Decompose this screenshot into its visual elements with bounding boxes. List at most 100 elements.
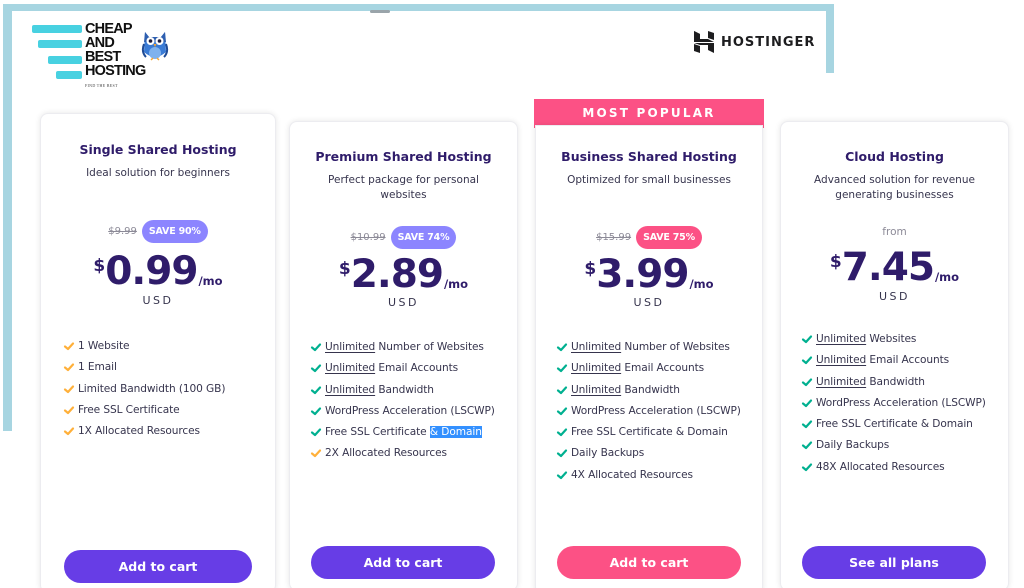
feature-text: Daily Backups [816,438,889,452]
check-icon [310,407,322,415]
add-to-cart-button[interactable]: Add to cart [311,546,495,579]
feature-item: Free SSL Certificate & Domain [310,425,509,439]
selected-text: & Domain [429,426,482,439]
currency-code: USD [142,294,174,307]
feature-text: 1 Email [78,360,117,374]
feature-item: Unlimited Bandwidth [310,383,509,397]
plan-card-business: Business Shared Hosting Optimized for sm… [535,125,763,588]
feature-item: Unlimited Websites [801,332,1000,346]
feature-text: Daily Backups [571,446,644,460]
see-all-plans-button[interactable]: See all plans [802,546,986,579]
feature-text: Limited Bandwidth (100 GB) [78,382,225,396]
feature-label: 2X Allocated Resources [325,447,447,460]
feature-label: 48X Allocated Resources [816,460,945,473]
check-icon [801,335,813,344]
check-icon [801,399,813,407]
feature-item: Unlimited Bandwidth [801,375,1000,389]
check-icon [556,385,568,394]
save-badge: SAVE 74% [390,226,457,249]
original-price: $9.99 [108,226,137,237]
price-value: 0.99 [105,249,198,294]
logo-stripe [48,56,82,64]
feature-list: 1 Website 1 Email Limited Bandwidth (100 G… [63,339,267,445]
feature-text: Unlimited Number of Websites [571,340,730,354]
feature-item: Daily Backups [556,446,754,460]
feature-tooltip-term[interactable]: Unlimited [816,376,866,388]
check-icon [556,428,568,437]
check-icon [556,449,568,458]
plan-title: Single Shared Hosting [79,142,237,157]
feature-list: Unlimited Websites Unlimited Email Accoun… [801,332,1000,481]
feature-label: Email Accounts [621,362,705,375]
feature-list: Unlimited Number of Websites Unlimited Em… [310,340,509,468]
price-period: /mo [198,274,223,288]
feature-label: WordPress Acceleration (LSCWP) [571,404,741,417]
discount-row: $9.99 SAVE 90% [41,220,275,243]
feature-text: Free SSL Certificate [78,403,180,417]
price: $ 2.89 /mo [290,255,517,295]
plan-description: Perfect package for personal websites [328,174,479,201]
price-period: /mo [689,277,714,291]
price-value: 7.45 [841,245,935,290]
feature-item: Unlimited Number of Websites [310,340,509,354]
feature-tooltip-term[interactable]: Unlimited [571,341,621,353]
feature-tooltip-term[interactable]: Unlimited [571,384,621,396]
feature-tooltip-term[interactable]: Unlimited [816,354,866,366]
feature-list: Unlimited Number of Websites Unlimited Em… [556,340,754,489]
feature-tooltip-term[interactable]: Unlimited [816,333,866,345]
logo-line: AND [85,35,115,51]
plan-description: Ideal solution for beginners [86,167,230,179]
feature-item: 4X Allocated Resources [556,468,754,482]
check-icon [801,377,813,386]
feature-text: Unlimited Bandwidth [571,383,680,397]
feature-label: Email Accounts [375,362,459,375]
feature-label: Bandwidth [375,383,434,396]
feature-text: Free SSL Certificate & Domain [571,425,728,439]
check-icon [556,364,568,373]
feature-text: WordPress Acceleration (LSCWP) [816,396,986,410]
currency-symbol: $ [93,256,106,276]
logo-text: CHEAP AND BEST HOSTING [85,22,146,79]
frame-handle [370,10,390,13]
feature-label: Number of Websites [621,341,730,353]
logo-line: BEST [85,49,121,65]
check-icon [556,407,568,415]
check-icon [63,342,75,351]
feature-text: WordPress Acceleration (LSCWP) [325,404,495,418]
add-to-cart-button[interactable]: Add to cart [557,546,741,579]
feature-text: 2X Allocated Resources [325,446,447,460]
discount-row: $10.99 SAVE 74% [290,226,517,249]
feature-label: Limited Bandwidth (100 GB) [78,382,226,395]
currency-code: USD [387,296,419,309]
feature-text: Unlimited Bandwidth [816,375,925,389]
feature-label: 1 Email [78,361,117,374]
discount-row: $15.99 SAVE 75% [536,226,762,249]
feature-label: WordPress Acceleration (LSCWP) [325,404,495,417]
feature-tooltip-term[interactable]: Unlimited [325,362,375,374]
logo-stripe [38,40,82,48]
feature-tooltip-term[interactable]: Unlimited [325,341,375,353]
add-to-cart-button[interactable]: Add to cart [64,550,252,583]
check-icon [801,463,813,471]
feature-text: Unlimited Email Accounts [325,361,458,375]
feature-tooltip-term[interactable]: Unlimited [571,362,621,374]
save-badge: SAVE 75% [636,226,702,249]
feature-tooltip-term[interactable]: Unlimited [325,384,375,396]
feature-label: Email Accounts [866,354,950,367]
feature-label: 1 Website [78,340,130,352]
site-logo[interactable]: CHEAP AND BEST HOSTING FIND THE BEST [30,22,180,92]
feature-label: Bandwidth [621,383,680,396]
feature-item: 2X Allocated Resources [310,446,509,460]
plan-card-single: Single Shared Hosting Ideal solution for… [40,113,276,588]
feature-label: Websites [866,333,917,345]
feature-label: Bandwidth [866,375,925,388]
feature-item: 1 Email [63,360,267,374]
feature-item: 48X Allocated Resources [801,460,1000,474]
feature-item: Limited Bandwidth (100 GB) [63,382,267,396]
hostinger-brand[interactable]: HOSTINGER [694,31,815,53]
feature-label: Number of Websites [375,341,484,353]
feature-text: Unlimited Bandwidth [325,383,434,397]
check-icon [63,384,75,393]
logo-line: HOSTING [85,63,146,79]
price-period: /mo [443,277,469,291]
